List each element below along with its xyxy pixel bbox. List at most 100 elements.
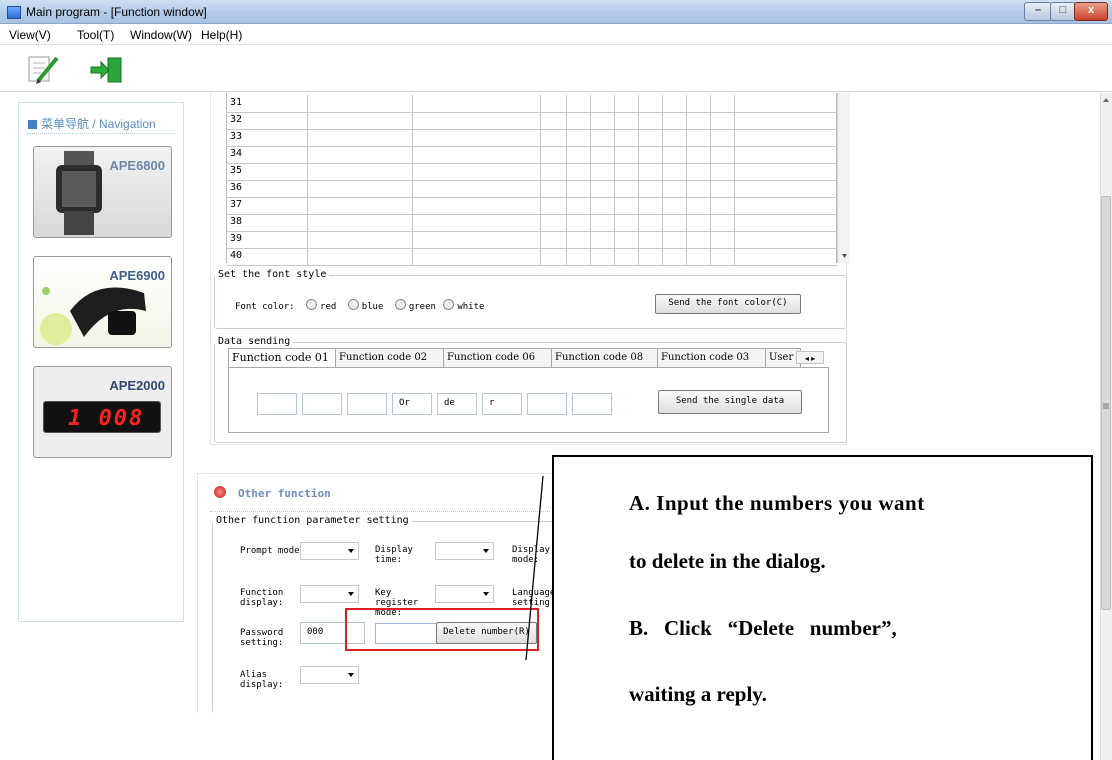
close-button[interactable]: x (1074, 2, 1108, 21)
product-card-ape2000[interactable]: APE2000 1 008 (33, 366, 172, 458)
grid-cell-divider (540, 163, 541, 180)
grid-cell-divider (566, 163, 567, 180)
grid-row[interactable]: 32 (227, 112, 838, 130)
grid-cell-divider (590, 95, 591, 112)
grid-cell-divider (614, 214, 615, 231)
product-card-ape6800[interactable]: APE6800 (33, 146, 172, 238)
data-field-6[interactable]: r (482, 393, 522, 415)
grid-cell-divider (412, 180, 413, 197)
menu-tool[interactable]: Tool(T) (77, 28, 114, 42)
grid-row[interactable]: 37 (227, 197, 838, 215)
row-number: 32 (230, 114, 243, 125)
grid-cell-divider (734, 180, 735, 197)
tab-function-code-02[interactable]: Function code 02 (335, 348, 449, 367)
data-field-3[interactable] (347, 393, 387, 415)
grid-cell-divider (540, 248, 541, 265)
grid-cell-divider (662, 197, 663, 214)
grid-scrollbar[interactable] (837, 93, 850, 263)
grid-cell-divider (590, 112, 591, 129)
scroll-down-icon[interactable] (838, 93, 851, 263)
exit-icon[interactable] (89, 54, 125, 86)
grid-row[interactable]: 38 (227, 214, 838, 232)
tab-function-code-03[interactable]: Function code 03 (657, 348, 771, 367)
prompt-mode-select[interactable] (300, 542, 359, 560)
grid-cell-divider (566, 112, 567, 129)
radio-white[interactable] (443, 299, 455, 310)
led-display: 1 008 (43, 401, 161, 433)
font-color-row: Font color: red blue green white (235, 299, 484, 312)
scroll-up-icon[interactable] (1100, 95, 1112, 105)
tab-function-code-08[interactable]: Function code 08 (551, 348, 663, 367)
data-field-8[interactable] (572, 393, 612, 415)
minimize-button[interactable]: – (1024, 2, 1052, 21)
grid-row[interactable]: 35 (227, 163, 838, 181)
grid-cell-divider (734, 163, 735, 180)
display-time-select[interactable] (435, 542, 494, 560)
grid-cell-divider (662, 146, 663, 163)
function-display-select[interactable] (300, 585, 359, 603)
grid-cell-divider (540, 180, 541, 197)
grid-cell-divider (710, 197, 711, 214)
grid-cell-divider (412, 248, 413, 265)
radio-red[interactable] (306, 299, 318, 310)
row-number: 37 (230, 199, 243, 210)
delete-number-input[interactable] (375, 623, 440, 644)
grid-cell-divider (307, 163, 308, 180)
product-card-ape6900[interactable]: APE6900 (33, 256, 172, 348)
grid-cell-divider (614, 248, 615, 265)
grid-cell-divider (710, 163, 711, 180)
grid-cell-divider (734, 95, 735, 112)
grid-cell-divider (686, 197, 687, 214)
menu-window[interactable]: Window(W) (130, 28, 192, 42)
key-register-mode-select[interactable] (435, 585, 494, 603)
grid-row[interactable]: 34 (227, 146, 838, 164)
menu-view[interactable]: View(V) (9, 28, 51, 42)
grid-cell-divider (710, 214, 711, 231)
grid-row[interactable]: 31 (227, 95, 838, 113)
tab-function-code-06[interactable]: Function code 06 (443, 348, 557, 367)
menu-grid-icon (28, 120, 37, 129)
tab-function-code-01[interactable]: Function code 01 (228, 348, 342, 367)
grid-row[interactable]: 36 (227, 180, 838, 198)
radio-green[interactable] (394, 299, 406, 310)
menu-bar: View(V) Tool(T) Window(W) Help(H) (0, 24, 1112, 45)
edit-icon[interactable] (26, 53, 60, 87)
tab-scroll-arrows-icon[interactable]: ◂ ▸ (796, 351, 824, 364)
grid-row[interactable]: 39 (227, 231, 838, 249)
alias-display-label: Alias display: (240, 670, 284, 690)
instruction-callout: A. Input the numbers you want to delete … (552, 455, 1093, 760)
grid-cell-divider (686, 180, 687, 197)
send-single-data-button[interactable]: Send the single data (658, 390, 802, 414)
grid-cell-divider (307, 231, 308, 248)
maximize-button[interactable]: □ (1050, 2, 1076, 21)
grid-row[interactable]: 33 (227, 129, 838, 147)
grid-row[interactable]: 40 (227, 248, 838, 266)
data-field-4[interactable]: Or (392, 393, 432, 415)
row-number: 35 (230, 165, 243, 176)
alias-display-select[interactable] (300, 666, 359, 684)
grid-cell-divider (638, 129, 639, 146)
grid-cell-divider (662, 163, 663, 180)
menu-help[interactable]: Help(H) (201, 28, 242, 42)
radio-white-label: white (457, 302, 485, 312)
product-label: APE2000 (109, 378, 165, 393)
data-field-2[interactable] (302, 393, 342, 415)
grid-cell-divider (540, 197, 541, 214)
grid-cell-divider (540, 214, 541, 231)
data-field-5[interactable]: de (437, 393, 477, 415)
grid-cell-divider (710, 180, 711, 197)
radio-green-label: green (408, 302, 436, 312)
grid-cell-divider (614, 231, 615, 248)
callout-line-1: A. Input the numbers you want (629, 491, 925, 515)
font-style-label: Set the font style (215, 269, 330, 280)
grid-cell-divider (540, 129, 541, 146)
led-digits: 1 008 (68, 406, 145, 431)
callout-line-4: waiting a reply. (629, 682, 767, 706)
send-font-color-button[interactable]: Send the font color(C) (655, 294, 801, 314)
grid-cell-divider (307, 146, 308, 163)
data-field-1[interactable] (257, 393, 297, 415)
radio-blue[interactable] (347, 299, 359, 310)
grid-cell-divider (590, 231, 591, 248)
data-field-7[interactable] (527, 393, 567, 415)
grid-cell-divider (307, 248, 308, 265)
